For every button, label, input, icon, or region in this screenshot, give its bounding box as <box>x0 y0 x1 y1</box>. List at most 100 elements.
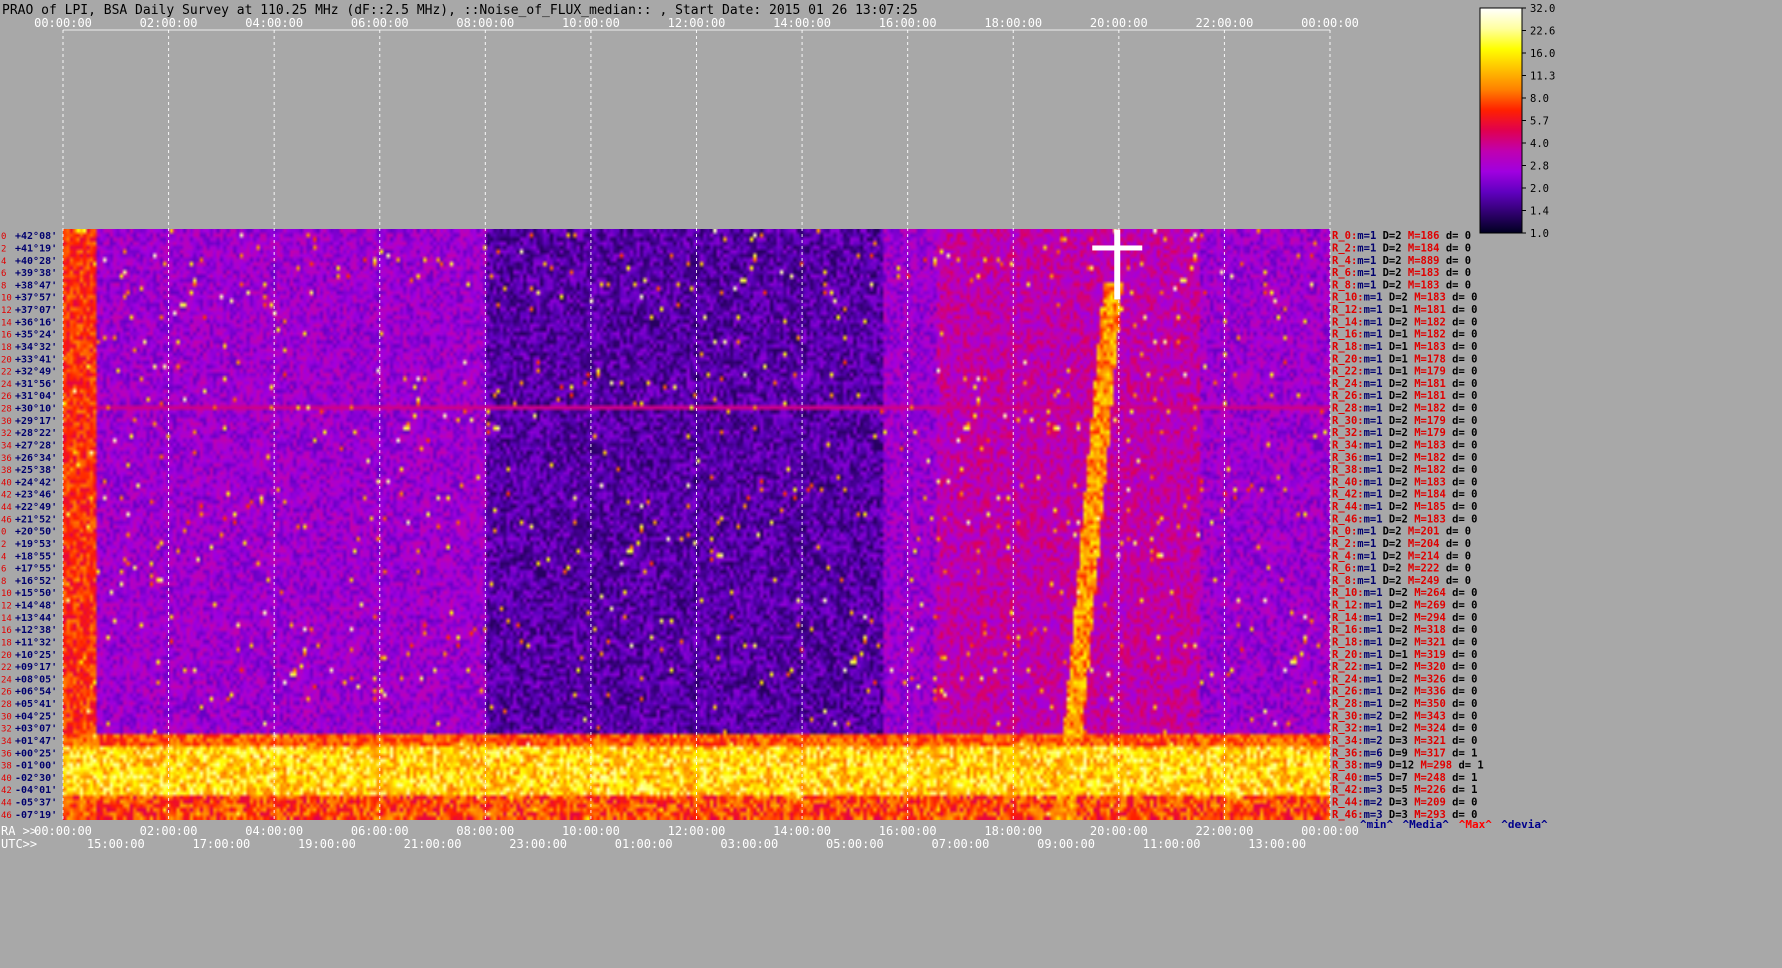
row-stat-label: R_10:m=1 D=2 M=264 d= 0 <box>1332 587 1477 599</box>
row-stat-label: R_20:m=1 D=1 M=319 d= 0 <box>1332 649 1477 661</box>
utc-tick-label: 15:00:00 <box>87 837 145 851</box>
row-number-label: 36 <box>1 749 12 759</box>
row-number-label: 40 <box>1 774 12 784</box>
bottom-axes: RA >>UTC>>00:00:00 02:00:00 04:00:00 06:00:… <box>1 818 1548 851</box>
row-number-label: 38 <box>1 466 12 476</box>
colorbar-tick-label: 2.0 <box>1530 183 1549 195</box>
row-stat-label: R_36:m=1 D=2 M=182 d= 0 <box>1332 452 1477 464</box>
colorbar-tick-label: 16.0 <box>1530 48 1555 60</box>
colorbar-gradient <box>1479 7 1523 234</box>
row-number-label: 10 <box>1 589 12 599</box>
declination-label: +15°50' <box>15 588 57 599</box>
utc-tick-label: 19:00:00 <box>298 837 356 851</box>
utc-tick-label: 09:00:00 <box>1037 837 1095 851</box>
utc-tick-label: 23:00:00 <box>509 837 567 851</box>
row-number-label: 46 <box>1 811 12 821</box>
row-stat-label: R_32:m=1 D=2 M=179 d= 0 <box>1332 427 1477 439</box>
row-number-label: 18 <box>1 638 12 648</box>
row-stat-label: R_4:m=1 D=2 M=889 d= 0 <box>1332 255 1471 267</box>
utc-axis-prefix: UTC>> <box>1 837 37 851</box>
utc-tick-label: 01:00:00 <box>615 837 673 851</box>
row-stat-label: R_10:m=1 D=2 M=183 d= 0 <box>1332 292 1477 304</box>
colorbar-tick-label: 2.8 <box>1530 161 1549 173</box>
declination-label: +00°25' <box>15 748 57 759</box>
row-stat-label: R_22:m=1 D=1 M=179 d= 0 <box>1332 366 1477 378</box>
row-stat-label: R_16:m=1 D=2 M=318 d= 0 <box>1332 624 1477 636</box>
declination-label: +03°07' <box>15 724 57 735</box>
row-number-label: 42 <box>1 786 12 796</box>
legend-item: ^min^ <box>1360 818 1393 831</box>
row-stat-label: R_16:m=1 D=1 M=182 d= 0 <box>1332 329 1477 341</box>
row-stat-label: R_18:m=1 D=2 M=321 d= 0 <box>1332 636 1477 648</box>
declination-label: +32°49' <box>15 367 57 378</box>
declination-label: +42°08' <box>15 231 57 242</box>
row-number-label: 2 <box>1 244 6 254</box>
row-stat-label: R_24:m=1 D=2 M=326 d= 0 <box>1332 673 1477 685</box>
ra-tick-label: 04:00:00 <box>245 824 303 838</box>
row-number-label: 44 <box>1 503 12 513</box>
declination-label: +26°34' <box>15 453 57 464</box>
utc-tick-label: 13:00:00 <box>1248 837 1306 851</box>
row-number-label: 36 <box>1 454 12 464</box>
row-number-label: 14 <box>1 614 12 624</box>
declination-label: +40°28' <box>15 256 57 267</box>
declination-label: -04°01' <box>15 785 57 796</box>
row-stat-label: R_46:m=1 D=2 M=183 d= 0 <box>1332 513 1477 525</box>
declination-label: +19°53' <box>15 539 57 550</box>
row-stat-label: R_30:m=1 D=2 M=179 d= 0 <box>1332 415 1477 427</box>
row-stat-label: R_14:m=1 D=2 M=294 d= 0 <box>1332 612 1477 624</box>
declination-label: +23°46' <box>15 490 57 501</box>
row-number-label: 6 <box>1 269 6 279</box>
row-stat-label: R_0:m=1 D=2 M=186 d= 0 <box>1332 230 1471 242</box>
declination-labels: 0 +42°08' 2 +41°19' 4 +40°28' 6 +39°38' 8 +38°47'… <box>1 231 57 821</box>
top-tick-label: 06:00:00 <box>351 16 409 30</box>
row-number-label: 8 <box>1 281 6 291</box>
declination-label: +08°05' <box>15 674 57 685</box>
row-number-label: 24 <box>1 675 12 685</box>
row-number-label: 26 <box>1 688 12 698</box>
utc-tick-label: 21:00:00 <box>404 837 462 851</box>
top-tick-label: 16:00:00 <box>879 16 937 30</box>
declination-label: +09°17' <box>15 662 57 673</box>
declination-label: +28°22' <box>15 428 57 439</box>
row-stat-label: R_44:m=2 D=3 M=209 d= 0 <box>1332 797 1477 809</box>
top-tick-label: 20:00:00 <box>1090 16 1148 30</box>
row-stat-label: R_18:m=1 D=1 M=183 d= 0 <box>1332 341 1477 353</box>
legend-item: ^Media^ <box>1403 818 1450 831</box>
row-number-label: 12 <box>1 306 12 316</box>
declination-label: +16°52' <box>15 576 57 587</box>
declination-label: +30°10' <box>15 404 57 415</box>
declination-label: +21°52' <box>15 514 57 525</box>
top-tick-label: 04:00:00 <box>245 16 303 30</box>
top-tick-label: 00:00:00 <box>34 16 92 30</box>
declination-label: +25°38' <box>15 465 57 476</box>
utc-tick-label: 03:00:00 <box>720 837 778 851</box>
row-stat-label: R_28:m=1 D=2 M=182 d= 0 <box>1332 403 1477 415</box>
declination-label: -02°30' <box>15 773 57 784</box>
ra-tick-label: 00:00:00 <box>1301 824 1359 838</box>
declination-label: +17°55' <box>15 564 57 575</box>
row-number-label: 16 <box>1 331 12 341</box>
row-stat-label: R_26:m=1 D=2 M=181 d= 0 <box>1332 390 1477 402</box>
row-number-label: 6 <box>1 565 6 575</box>
ra-axis-prefix: RA >> <box>1 824 37 838</box>
ra-tick-label: 20:00:00 <box>1090 824 1148 838</box>
row-number-label: 12 <box>1 602 12 612</box>
colorbar-tick-label: 5.7 <box>1530 116 1549 128</box>
declination-label: -01°00' <box>15 761 57 772</box>
colorbar-tick-label: 11.3 <box>1530 71 1555 83</box>
top-tick-label: 14:00:00 <box>773 16 831 30</box>
row-number-label: 28 <box>1 405 12 415</box>
declination-label: -05°37' <box>15 798 57 809</box>
row-number-label: 42 <box>1 491 12 501</box>
utc-tick-label: 07:00:00 <box>932 837 990 851</box>
declination-label: +36°16' <box>15 317 57 328</box>
legend-item: ^devia^ <box>1501 818 1548 831</box>
ra-tick-label: 00:00:00 <box>34 824 92 838</box>
ra-tick-label: 10:00:00 <box>562 824 620 838</box>
row-stat-label: R_34:m=1 D=2 M=183 d= 0 <box>1332 439 1477 451</box>
row-stat-label: R_38:m=9 D=12 M=298 d= 1 <box>1332 760 1484 772</box>
declination-label: +38°47' <box>15 280 57 291</box>
row-number-label: 2 <box>1 540 6 550</box>
colorbar-tick-label: 8.0 <box>1530 93 1549 105</box>
